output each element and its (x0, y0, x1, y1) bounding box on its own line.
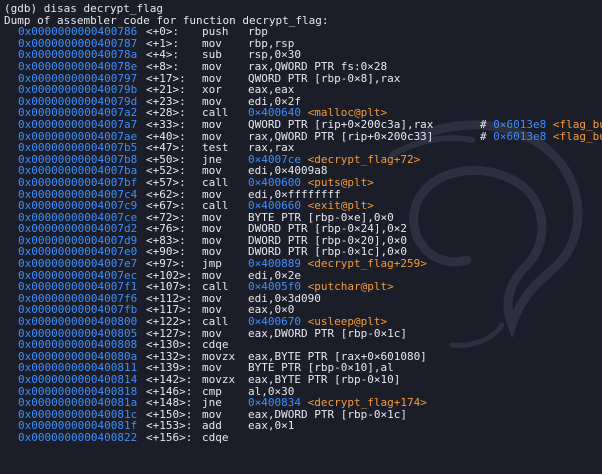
branch-target-symbol: <decrypt_flag+259> (307, 257, 427, 271)
instruction-mnemonic: call (202, 175, 229, 189)
instruction-address: 0x00000000004007c9 (18, 199, 138, 213)
instruction-offset: <+21>: (146, 83, 186, 97)
asm-line: 0x000000000040079b <+21>: xor eax,eax (4, 84, 600, 96)
instruction-address: 0x00000000004007a7 (18, 117, 138, 131)
instruction-offset: <+67>: (146, 199, 186, 213)
instruction-operands: eax,0×1 (248, 419, 295, 433)
gdb-prompt-line: (gdb) disas decrypt_flag (4, 2, 163, 15)
instruction-address: 0x00000000004007bf (18, 175, 138, 189)
instruction-offset: <+97>: (146, 257, 186, 271)
instruction-offset: <+8>: (146, 59, 180, 73)
instruction-comment: # 0×6013e8 <flag_buf> (480, 129, 602, 143)
instruction-address: 0x0000000000400814 (18, 373, 138, 386)
instruction-mnemonic: xor (202, 83, 222, 97)
instruction-address: 0x00000000004007b5 (18, 141, 138, 155)
instruction-operands: eax,DWORD PTR [rbp-0×1c] (248, 326, 407, 340)
instruction-mnemonic: call (202, 315, 229, 329)
comment-hash: # (480, 129, 494, 143)
terminal-window[interactable]: (gdb) disas decrypt_flag Dump of assembl… (0, 0, 602, 474)
instruction-mnemonic: movzx (202, 373, 236, 386)
instruction-mnemonic: cdqe (202, 430, 229, 444)
asm-line: 0x0000000000400822 <+156>: cdqe (4, 432, 600, 444)
instruction-mnemonic: call (202, 199, 229, 213)
instruction-address: 0x000000000040079b (18, 83, 138, 97)
instruction-offset: <+57>: (146, 175, 186, 189)
comment-address: 0×6013e8 (493, 129, 547, 143)
instruction-mnemonic: jmp (202, 257, 222, 271)
asm-line: 0x0000000000400814 <+142>: movzx eax,BYTE P… (4, 374, 600, 386)
instruction-mnemonic: test (202, 141, 229, 155)
instruction-offset: <+47>: (146, 141, 186, 155)
gdb-output: (gdb) disas decrypt_flag Dump of assembl… (4, 2, 602, 444)
instruction-mnemonic: mov (202, 59, 222, 73)
instruction-address: 0x00000000004007e7 (18, 257, 138, 271)
instruction-mnemonic: mov (202, 117, 222, 131)
asm-line: 0x00000000004007b5 <+47>: test rax,rax (4, 142, 600, 154)
instruction-offset: <+33>: (146, 117, 186, 131)
instruction-address: 0x0000000000400800 (18, 315, 138, 329)
instruction-offset: <+122>: (146, 315, 193, 329)
instruction-offset: <+156>: (146, 430, 193, 444)
instruction-address: 0x0000000000400822 (18, 430, 138, 444)
asm-line: 0x00000000004007e7 <+97>: jmp 0×400889 <dec… (4, 258, 600, 270)
instruction-address: 0x000000000040078e (18, 59, 138, 73)
disassembly-listing: 0x0000000000400786 <+0>: push rbp 0x00000000… (4, 26, 602, 444)
instruction-offset: <+142>: (146, 373, 193, 386)
comment-symbol: <flag_buf> (552, 129, 602, 143)
